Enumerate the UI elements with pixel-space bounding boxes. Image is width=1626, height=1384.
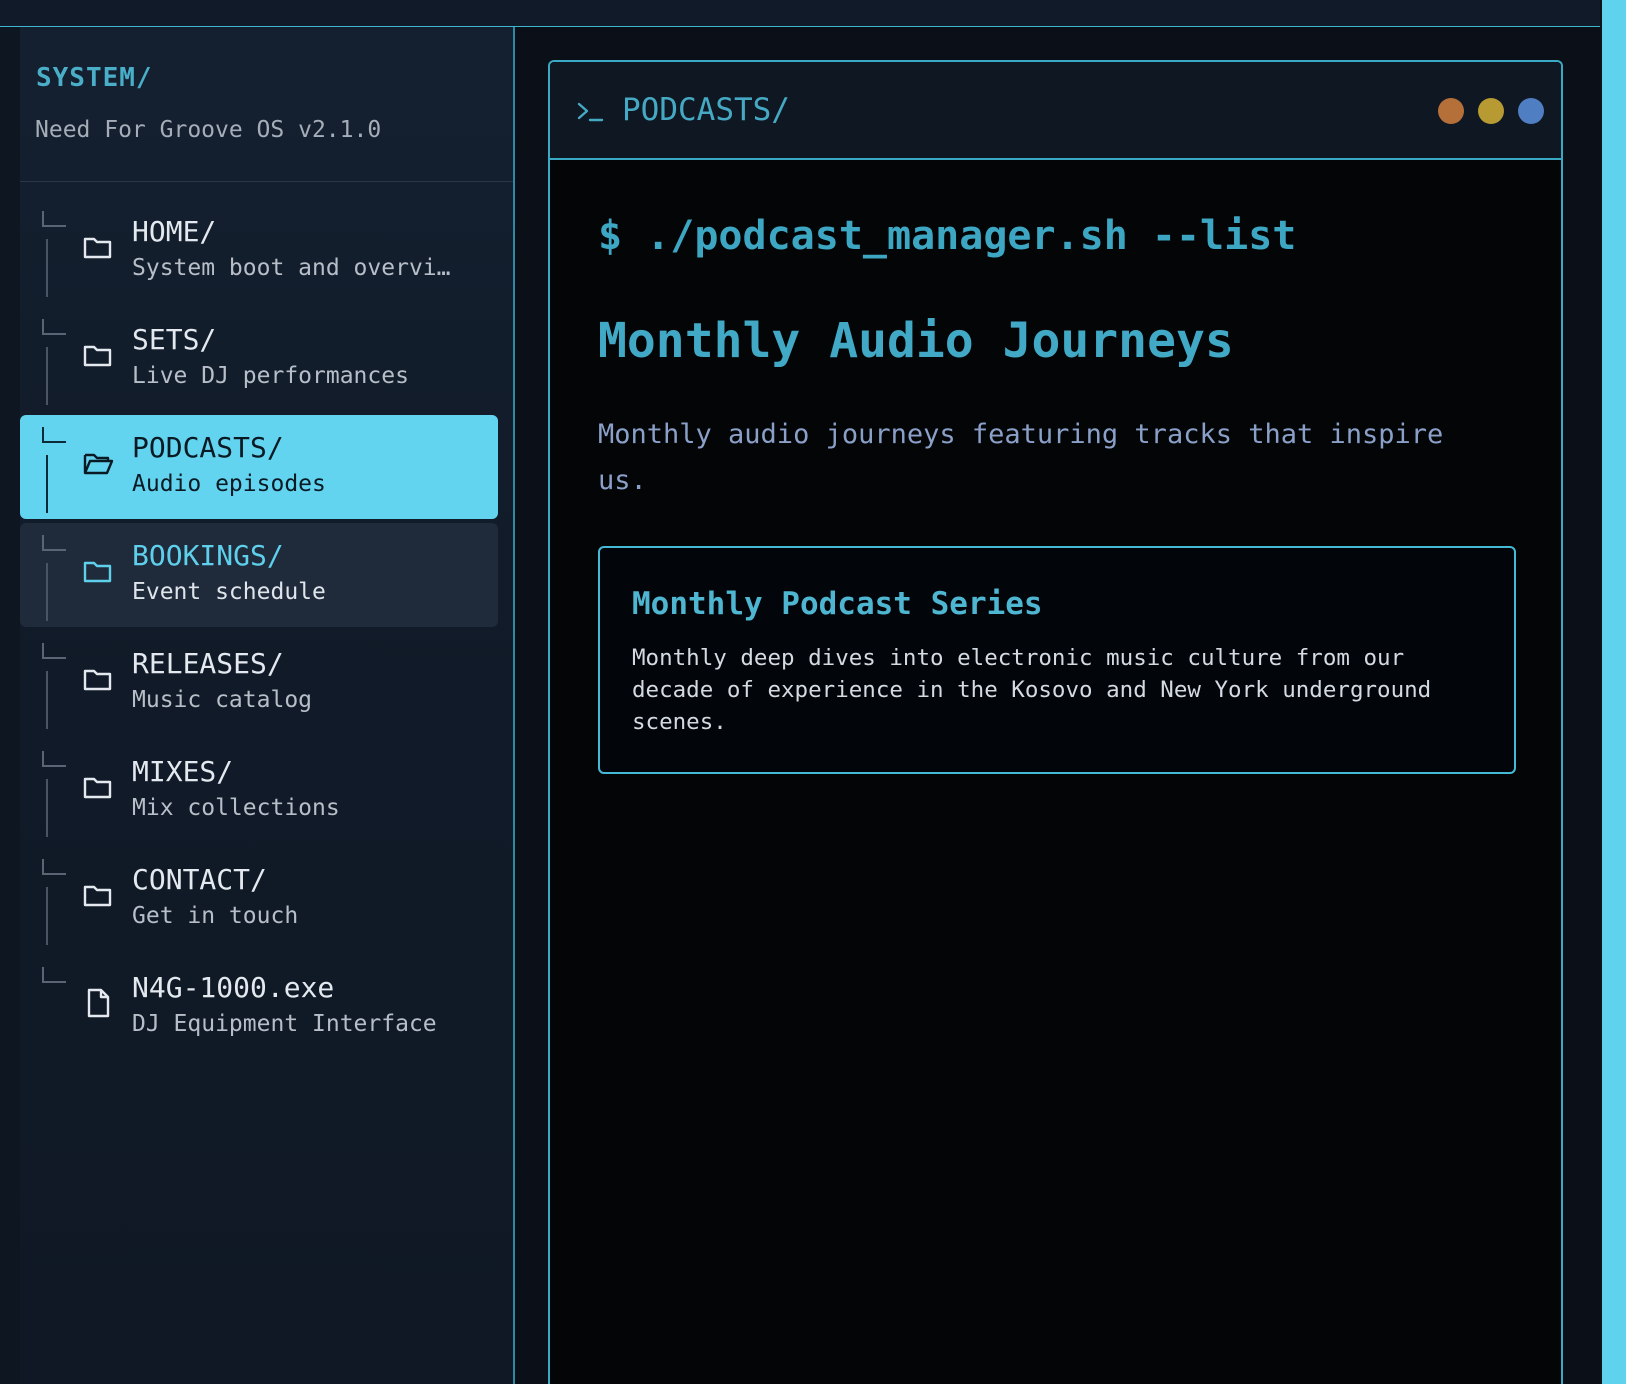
sidebar-item-desc: Get in touch — [132, 903, 299, 929]
tree-line — [46, 239, 48, 297]
sidebar-item-label: MIXES/ — [132, 755, 234, 788]
sidebar-item-label: PODCASTS/ — [132, 431, 284, 464]
sidebar-item-label: CONTACT/ — [132, 863, 267, 896]
folder-icon — [83, 669, 112, 691]
sidebar-item-home[interactable]: HOME/ System boot and overvi… — [20, 199, 498, 303]
sidebar-item-desc: Mix collections — [132, 795, 340, 821]
tree-branch — [42, 751, 66, 767]
folder-icon — [83, 237, 112, 259]
card-title: Monthly Podcast Series — [632, 586, 1043, 622]
scrollbar[interactable] — [1602, 0, 1626, 1384]
tree-branch — [42, 535, 66, 551]
sidebar-item-label: BOOKINGS/ — [132, 539, 284, 572]
tree-line — [46, 671, 48, 729]
sidebar-item-desc: System boot and overvi… — [132, 255, 451, 281]
tree-line — [46, 563, 48, 621]
tree-line — [46, 887, 48, 945]
page-description: Monthly audio journeys featuring tracks … — [598, 419, 1444, 496]
card-body: Monthly deep dives into electronic music… — [632, 645, 1432, 735]
window-dot-yellow[interactable] — [1478, 98, 1504, 124]
sidebar-item-desc: Music catalog — [132, 687, 313, 713]
folder-icon — [83, 561, 112, 583]
tree-line — [46, 347, 48, 405]
window-dot-blue[interactable] — [1518, 98, 1544, 124]
window-title: PODCASTS/ — [622, 92, 790, 128]
sidebar-item-desc: Event schedule — [132, 579, 326, 605]
top-bar — [0, 0, 1600, 27]
sidebar-item-contact[interactable]: CONTACT/ Get in touch — [20, 847, 498, 951]
tree-line — [46, 455, 48, 513]
sidebar-item-n4g-1000[interactable]: N4G-1000.exe DJ Equipment Interface — [20, 955, 498, 1059]
sidebar-item-label: N4G-1000.exe — [132, 971, 335, 1004]
system-version: Need For Groove OS v2.1.0 — [35, 117, 382, 143]
sidebar-item-desc: Audio episodes — [132, 471, 326, 497]
tree-branch — [42, 643, 66, 659]
file-icon — [87, 988, 110, 1018]
sidebar-header: SYSTEM/ Need For Groove OS v2.1.0 — [20, 27, 513, 182]
page-title: Monthly Audio Journeys — [598, 313, 1234, 369]
tree-branch — [42, 427, 66, 443]
tree-branch — [42, 859, 66, 875]
sidebar-item-sets[interactable]: SETS/ Live DJ performances — [20, 307, 498, 411]
tree-branch — [42, 967, 66, 983]
sidebar-item-bookings[interactable]: BOOKINGS/ Event schedule — [20, 523, 498, 627]
window-dot-orange[interactable] — [1438, 98, 1464, 124]
sidebar-item-desc: DJ Equipment Interface — [132, 1011, 437, 1037]
folder-icon — [83, 345, 112, 367]
sidebar-item-label: HOME/ — [132, 215, 217, 248]
sidebar-item-podcasts[interactable]: PODCASTS/ Audio episodes — [20, 415, 498, 519]
podcast-series-card[interactable]: Monthly Podcast Series Monthly deep dive… — [598, 546, 1516, 774]
tree-branch — [42, 211, 66, 227]
tree-branch — [42, 319, 66, 335]
folder-open-icon — [83, 453, 114, 475]
folder-icon — [83, 885, 112, 907]
sidebar-item-mixes[interactable]: MIXES/ Mix collections — [20, 739, 498, 843]
terminal-prompt-icon — [577, 102, 604, 122]
sidebar-item-releases[interactable]: RELEASES/ Music catalog — [20, 631, 498, 735]
folder-icon — [83, 777, 112, 799]
sidebar-item-desc: Live DJ performances — [132, 363, 409, 389]
command-line: $ ./podcast_manager.sh --list — [598, 213, 1297, 259]
window-title-bar: PODCASTS/ — [550, 62, 1561, 160]
tree-line — [46, 779, 48, 837]
sidebar: SYSTEM/ Need For Groove OS v2.1.0 HOME/ … — [20, 27, 515, 1384]
left-edge — [0, 27, 20, 1384]
system-title: SYSTEM/ — [36, 63, 153, 93]
terminal-window: PODCASTS/ $ ./podcast_manager.sh --list … — [548, 60, 1563, 1384]
sidebar-item-label: RELEASES/ — [132, 647, 284, 680]
sidebar-item-label: SETS/ — [132, 323, 217, 356]
